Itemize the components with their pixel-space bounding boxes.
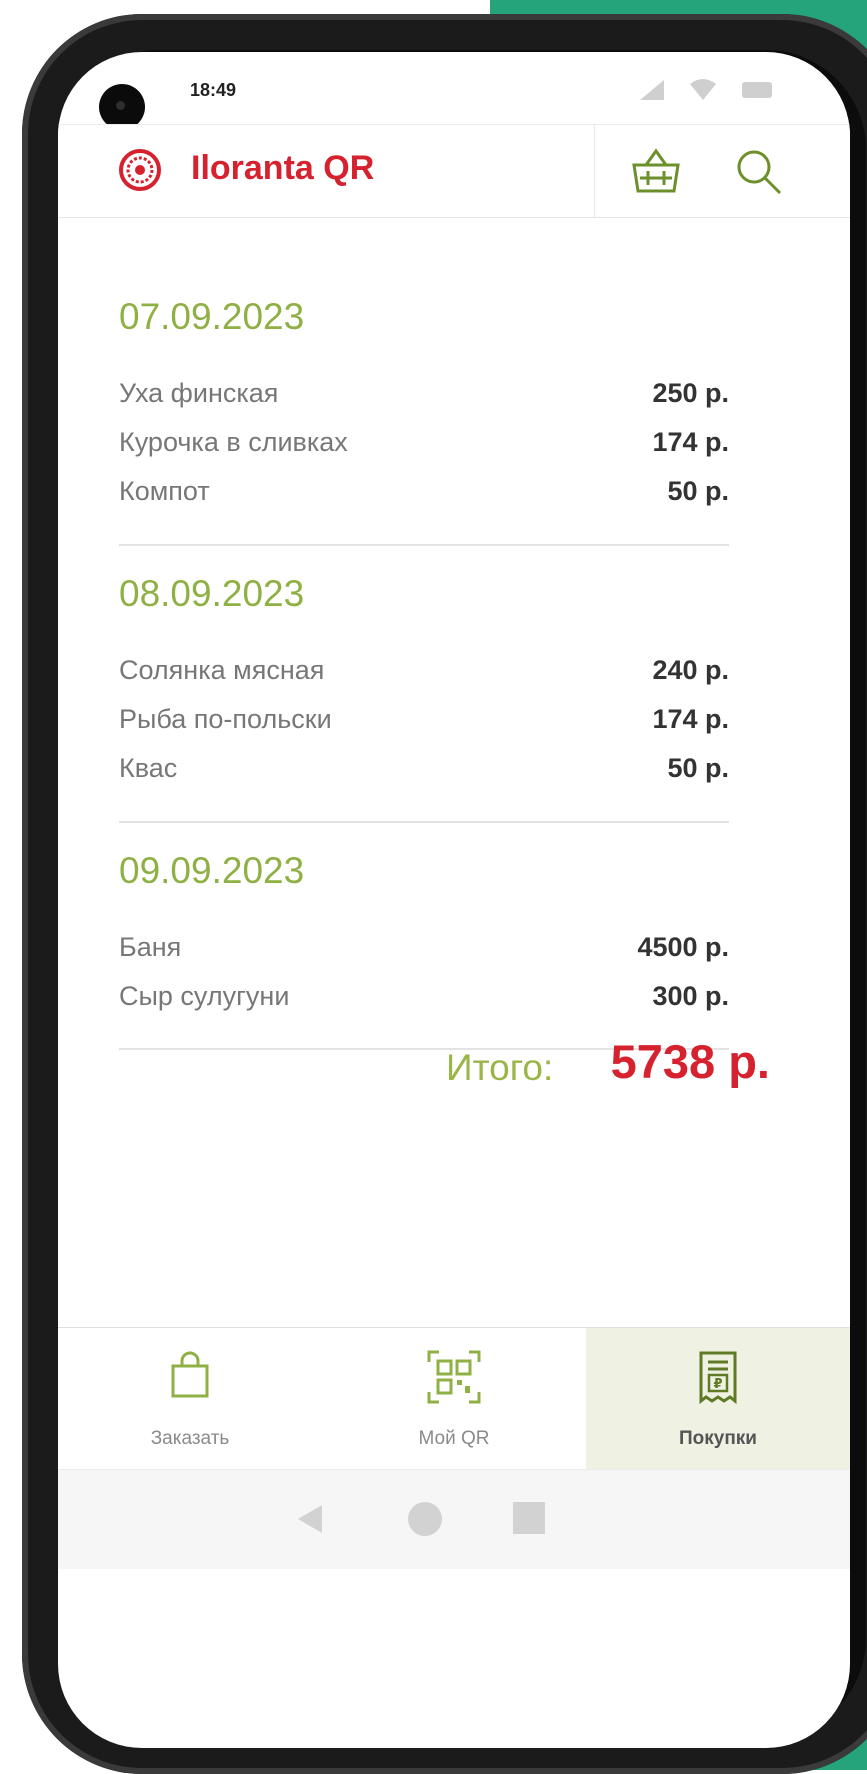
item-price: 174 р.: [652, 704, 729, 734]
item-price: 50 р.: [667, 476, 729, 506]
group-divider: [119, 544, 729, 546]
iloranta-logo-icon: [119, 149, 161, 191]
basket-icon[interactable]: [628, 143, 684, 199]
item-price: 300 р.: [652, 981, 729, 1011]
item-name: Баня: [119, 932, 182, 962]
qr-code-icon: [427, 1350, 481, 1404]
list-item: Уха финская 250 р.: [119, 378, 729, 418]
app-bar-divider: [594, 125, 595, 217]
list-item: Курочка в сливках 174 р.: [119, 427, 729, 467]
list-item: Компот 50 р.: [119, 476, 729, 516]
nav-my-qr[interactable]: Мой QR: [322, 1328, 586, 1470]
total-value: 5738 р.: [610, 1035, 770, 1088]
status-time: 18:49: [190, 80, 237, 100]
group-divider: [119, 821, 729, 823]
item-name: Сыр сулугуни: [119, 981, 290, 1011]
list-item: Рыба по-польски 174 р.: [119, 704, 729, 744]
item-price: 174 р.: [652, 427, 729, 457]
wifi-icon: [690, 79, 716, 100]
item-price: 4500 р.: [637, 932, 729, 962]
svg-text:₽: ₽: [713, 1377, 722, 1392]
battery-icon: [742, 82, 772, 98]
search-icon[interactable]: [732, 145, 786, 199]
app-title: Iloranta QR: [191, 149, 375, 187]
nav-label: Покупки: [678, 1428, 757, 1449]
status-bar: 18:49: [58, 52, 850, 130]
home-icon[interactable]: [408, 1502, 442, 1536]
nav-purchases[interactable]: ₽ Покупки: [586, 1328, 850, 1470]
purchase-date: 07.09.2023: [119, 296, 305, 337]
app-bar: Iloranta QR: [58, 124, 850, 218]
bottom-navigation: Заказать Мой QR ₽ Покупки: [58, 1327, 850, 1470]
phone-screen: 18:49 Iloranta QR 07.09.2023 Уха финская…: [58, 52, 850, 1748]
nav-label: Мой QR: [418, 1428, 490, 1449]
list-item: Баня 4500 р.: [119, 932, 729, 972]
recent-apps-icon[interactable]: [513, 1502, 545, 1534]
item-name: Курочка в сливках: [119, 427, 348, 457]
receipt-icon: ₽: [699, 1351, 737, 1404]
purchase-date: 08.09.2023: [119, 573, 305, 614]
item-name: Рыба по-польски: [119, 704, 332, 734]
item-price: 240 р.: [652, 655, 729, 685]
item-name: Квас: [119, 753, 178, 783]
nav-order[interactable]: Заказать: [58, 1328, 322, 1470]
purchase-date: 09.09.2023: [119, 850, 305, 891]
item-name: Компот: [119, 476, 210, 506]
item-name: Уха финская: [119, 378, 279, 408]
signal-icon: [640, 80, 664, 100]
nav-label: Заказать: [150, 1428, 230, 1449]
item-price: 250 р.: [652, 378, 729, 408]
status-icons: [638, 78, 774, 102]
list-item: Солянка мясная 240 р.: [119, 655, 729, 695]
system-navigation-bar: [58, 1469, 850, 1569]
list-item: Сыр сулугуни 300 р.: [119, 981, 729, 1021]
shopping-bag-icon: [171, 1351, 209, 1398]
back-icon[interactable]: [294, 1502, 328, 1536]
item-price: 50 р.: [667, 753, 729, 783]
total-label: Итого:: [446, 1047, 554, 1088]
item-name: Солянка мясная: [119, 655, 325, 685]
list-item: Квас 50 р.: [119, 753, 729, 793]
